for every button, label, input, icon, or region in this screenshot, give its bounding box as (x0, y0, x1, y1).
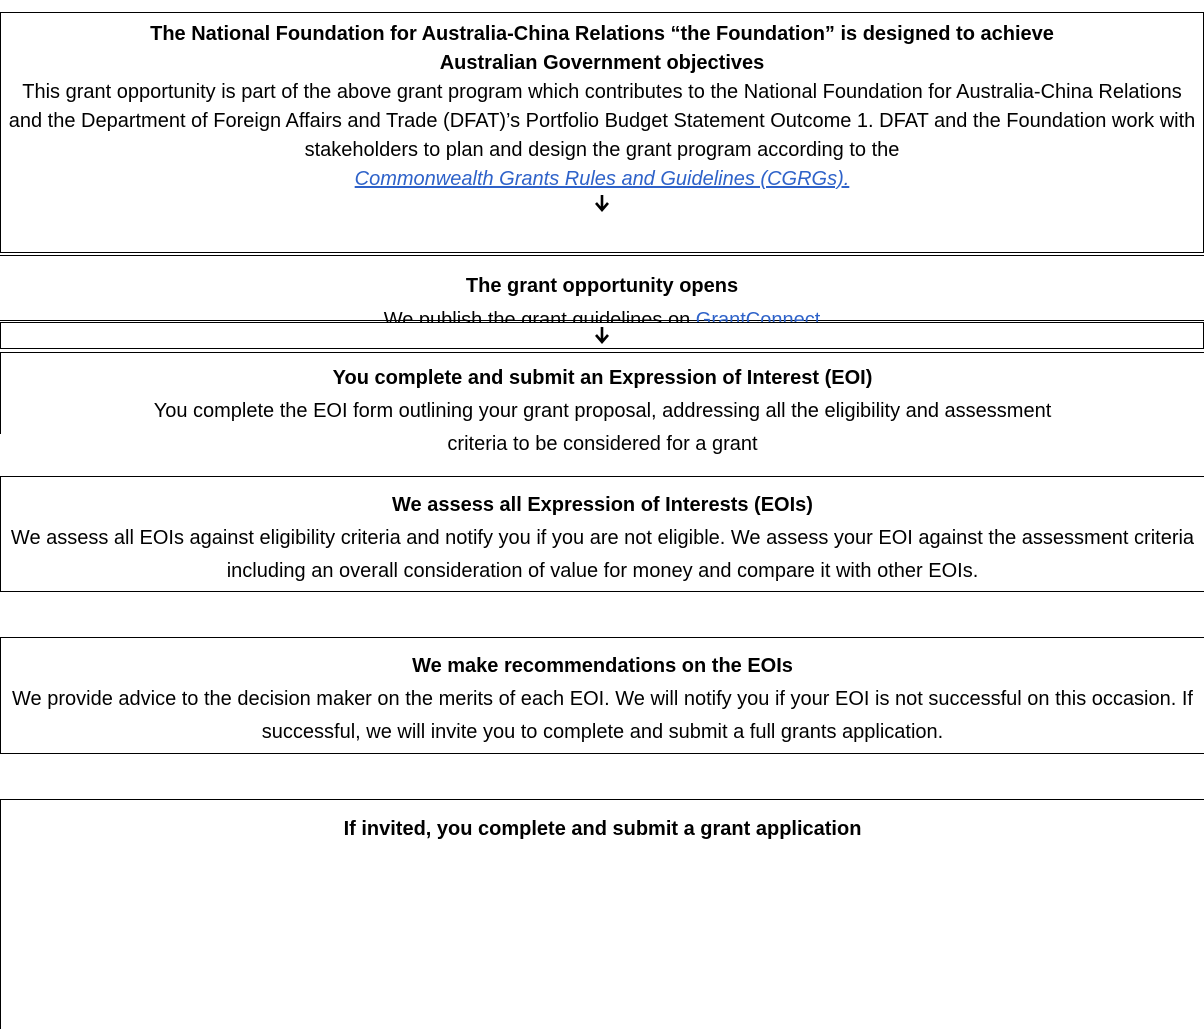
step-recommendations: We make recommendations on the EOIs We p… (0, 637, 1204, 754)
step-title: The National Foundation for Australia-Ch… (150, 23, 1054, 74)
cgrgs-link[interactable]: Commonwealth Grants Rules and Guidelines… (355, 168, 850, 190)
down-arrow-icon (595, 327, 609, 344)
step-title: You complete and submit an Expression of… (332, 367, 873, 389)
step-submit-application: If invited, you complete and submit a gr… (0, 799, 1204, 1029)
step-title: We make recommendations on the EOIs (412, 655, 793, 677)
step-description-text: This grant opportunity is part of the ab… (8, 81, 1196, 161)
step-title: If invited, you complete and submit a gr… (343, 818, 862, 840)
step-description: We provide advice to the decision maker … (12, 688, 1193, 743)
step-submit-eoi: You complete and submit an Expression of… (0, 352, 1204, 455)
down-arrow-icon (595, 195, 609, 212)
step-description: We assess all EOIs against eligibility c… (10, 527, 1195, 582)
step-title: We assess all Expression of Interests (E… (392, 494, 813, 516)
step-description: You complete the EOI form outlining your… (153, 400, 1052, 455)
step-description: This grant opportunity is part of the ab… (1, 78, 1203, 194)
step-foundation-objectives: The National Foundation for Australia-Ch… (0, 12, 1204, 253)
step-grant-opens: The grant opportunity opens We publish t… (0, 255, 1204, 331)
step-assess-eois: We assess all Expression of Interests (E… (0, 476, 1204, 592)
step-title: The grant opportunity opens (465, 275, 739, 297)
arrow-row (0, 322, 1204, 349)
